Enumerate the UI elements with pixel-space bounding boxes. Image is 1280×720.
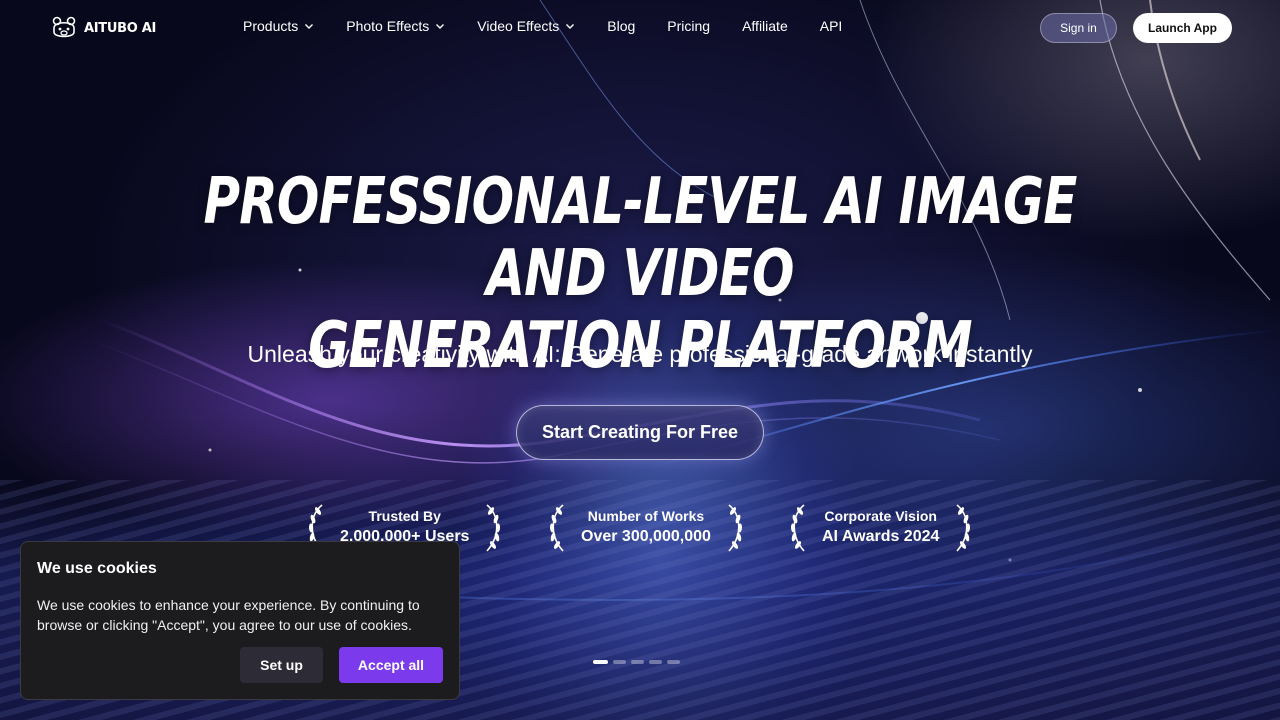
cookie-banner: We use cookies We use cookies to enhance… (20, 541, 460, 700)
laurel-left-icon (790, 504, 805, 552)
nav-item-api[interactable]: API (820, 18, 843, 34)
cookie-actions: Set up Accept all (240, 647, 443, 683)
laurel-right-icon (956, 504, 971, 552)
nav-item-label: Products (243, 18, 299, 34)
start-creating-button[interactable]: Start Creating For Free (516, 405, 764, 460)
award-label: Number of Works (587, 508, 705, 524)
brand-name: AITUBO AI (84, 20, 157, 36)
nav-item-label: Photo Effects (346, 18, 430, 34)
nav-item-label: Affiliate (742, 18, 788, 34)
top-navbar: AITUBO AI Products Photo Effects Video E… (0, 0, 1280, 54)
slider-dot[interactable] (649, 660, 662, 664)
cookie-accept-button[interactable]: Accept all (339, 647, 443, 683)
hero-subtitle: Unleash your creativity with AI: Generat… (247, 341, 1033, 367)
sign-in-button[interactable]: Sign in (1040, 13, 1117, 43)
hero-title-line-1: PROFESSIONAL-LEVEL AI IMAGE AND VIDEO (203, 165, 1077, 311)
nav-item-affiliate[interactable]: Affiliate (742, 18, 788, 34)
nav-item-products[interactable]: Products (243, 18, 314, 34)
award-label: Trusted By (368, 508, 441, 524)
brand-logo-link[interactable]: AITUBO AI (50, 14, 156, 42)
slider-dot[interactable] (613, 660, 626, 664)
cookie-title: We use cookies (37, 560, 157, 577)
chevron-down-icon (436, 24, 445, 29)
award-text: Corporate Vision AI Awards 2024 (808, 507, 953, 549)
nav-item-photo-effects[interactable]: Photo Effects (346, 18, 445, 34)
award-value: AI Awards 2024 (822, 528, 940, 545)
nav-item-label: Video Effects (477, 18, 560, 34)
laurel-right-icon (728, 504, 742, 552)
nav-item-label: Pricing (667, 18, 711, 34)
slider-dot[interactable] (593, 660, 608, 664)
main-nav: Products Photo Effects Video Effects Blo… (243, 18, 874, 34)
slider-pagination (593, 660, 680, 664)
nav-item-video-effects[interactable]: Video Effects (477, 18, 575, 34)
slider-dot[interactable] (631, 660, 644, 664)
award-value: Over 300,000,000 (581, 528, 711, 545)
nav-item-blog[interactable]: Blog (607, 18, 635, 34)
nav-item-label: API (819, 18, 843, 34)
cookie-setup-button[interactable]: Set up (240, 647, 323, 683)
laurel-left-icon (549, 504, 564, 552)
slider-dot[interactable] (667, 660, 680, 664)
laurel-right-icon (486, 504, 501, 552)
chevron-down-icon (305, 24, 314, 29)
award-label: Corporate Vision (824, 508, 937, 524)
nav-item-pricing[interactable]: Pricing (667, 18, 710, 34)
award-works: Number of Works Over 300,000,000 (545, 500, 747, 556)
nav-item-label: Blog (607, 18, 636, 34)
bear-icon (52, 16, 76, 38)
cookie-text: We use cookies to enhance your experienc… (37, 597, 420, 633)
award-vision: Corporate Vision AI Awards 2024 (786, 500, 975, 556)
award-text: Number of Works Over 300,000,000 (567, 507, 725, 549)
launch-app-button[interactable]: Launch App (1133, 13, 1232, 43)
chevron-down-icon (566, 24, 575, 29)
